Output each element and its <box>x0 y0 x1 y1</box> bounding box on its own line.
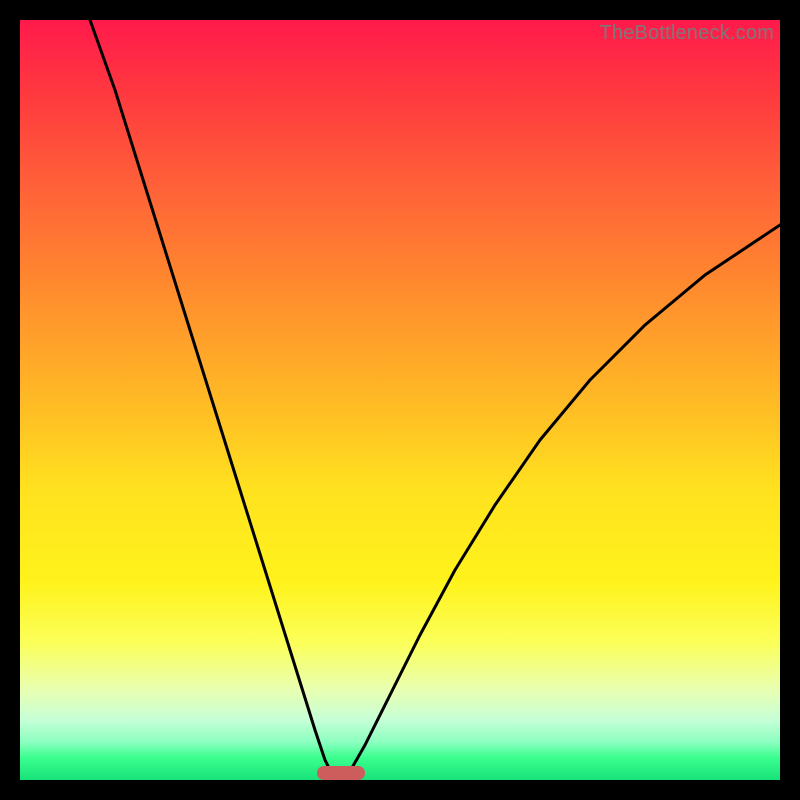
plot-frame: TheBottleneck.com <box>20 20 780 780</box>
optimal-marker <box>317 766 365 780</box>
bottleneck-curve <box>20 20 780 780</box>
curve-path <box>90 20 780 780</box>
watermark-text: TheBottleneck.com <box>599 22 774 45</box>
